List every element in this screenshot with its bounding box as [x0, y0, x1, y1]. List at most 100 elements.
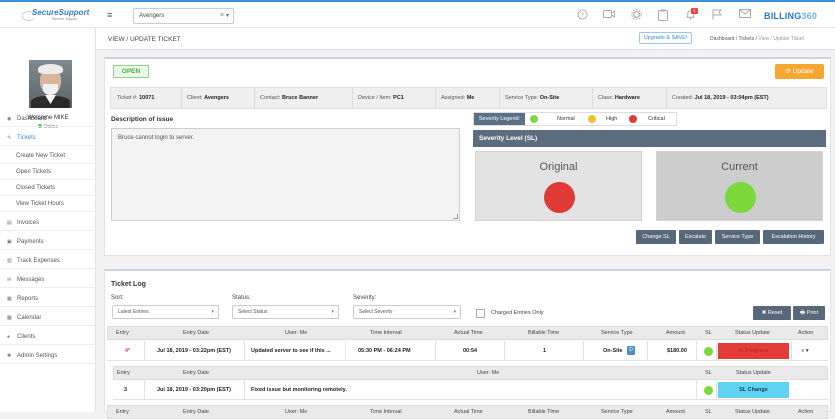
sidebar-item-messages[interactable]: ✉ Messages [0, 272, 96, 288]
sidebar-item-invoices[interactable]: ▤ Invoices [0, 215, 96, 231]
sidebar-subitem-create-new-ticket[interactable]: Create New Ticket [0, 148, 96, 164]
invoice-icon: ▤ [7, 220, 12, 226]
info-contact: Contact: Bruce Banner [260, 95, 319, 101]
row-note[interactable]: Updated server to see if this ... [251, 348, 331, 354]
col-billable-time: Billable Time [528, 409, 560, 415]
client-select-value: Avengers [139, 13, 165, 19]
page-header: VIEW / UPDATE TICKET Upgrade & SAVE! Das… [96, 28, 835, 50]
high-dot-icon [588, 115, 596, 123]
row-service-type: On-Site [603, 348, 623, 354]
charged-entries-label: Charged Entries Only [491, 310, 544, 316]
description-textarea[interactable]: Bruce cannot login to server. [111, 128, 460, 221]
row-entry: 4* [125, 348, 131, 354]
app-logo[interactable]: SecureSupport Remote Support [22, 8, 89, 24]
logo-text: SecureSupport [32, 8, 90, 17]
sidebar-item-payments[interactable]: ▣ Payments [0, 234, 96, 250]
severity-legend-label: Severity Legend: [474, 113, 525, 125]
log-subtable-header: Entry Entry Date User: Me SL Status Upda… [113, 366, 828, 380]
sidebar-item-track-expenses[interactable]: ▥ Track Expenses [0, 253, 96, 269]
col-status-update: Status Update [735, 330, 770, 336]
sidebar-item-calendar[interactable]: ▩ Calendar [0, 310, 96, 326]
sidebar-item-dashboard[interactable]: ◉ Dashboard [0, 111, 96, 127]
ticket-log-panel: Ticket Log Sort: Latest Entries ▾ Status:… [104, 269, 831, 419]
clipboard-icon[interactable] [657, 9, 669, 21]
info-class: Class: Hardware [598, 95, 640, 101]
clients-icon: ● [7, 334, 11, 340]
gear-icon[interactable] [630, 9, 642, 21]
sidebar-subitem-closed-tickets[interactable]: Closed Tickets [0, 180, 96, 196]
row-entry-date: Jul 18, 2019 - 03:22pm (EST) [157, 348, 231, 354]
sidebar-item-reports[interactable]: ▦ Reports [0, 291, 96, 307]
resize-handle-icon[interactable] [453, 214, 458, 219]
description-text: Bruce cannot login to server. [118, 135, 195, 141]
status-select[interactable]: Select Status ▾ [232, 305, 339, 319]
hamburger-menu-icon[interactable]: ≡ [107, 10, 112, 20]
chevron-down-icon: ▾ [331, 309, 334, 315]
flag-icon[interactable] [711, 9, 723, 21]
status-update-badge[interactable]: SL Change [718, 382, 789, 398]
reset-button[interactable]: ✖ Reset [753, 306, 791, 320]
status-update-badge[interactable]: In Progress [718, 343, 789, 359]
update-button[interactable]: ⟳ Update [775, 64, 824, 79]
settings-icon: ✱ [7, 353, 12, 359]
original-severity-circle [544, 182, 575, 213]
sidebar-subitem-view-ticket-hours[interactable]: View Ticket Hours [0, 196, 96, 212]
escalate-button[interactable]: Escalate [679, 230, 712, 244]
breadcrumb-current: View / Update Ticket [758, 36, 804, 42]
severity-filter-label: Severity: [353, 295, 377, 301]
row-actual-time: 00:54 [463, 348, 478, 354]
client-select[interactable]: Avengers × ▾ [133, 8, 234, 24]
change-sl-button[interactable]: Change SL [636, 230, 676, 244]
upgrade-button[interactable]: Upgrade & SAVE! [639, 32, 692, 44]
breadcrumb-dashboard[interactable]: Dashboard [710, 36, 734, 42]
description-label: Description of issue [111, 116, 174, 123]
legend-critical: Critical [648, 116, 665, 122]
svg-text:?: ? [580, 11, 583, 19]
status-badge: OPEN [113, 65, 149, 78]
ticket-icon: ✎ [7, 135, 12, 141]
mail-icon[interactable] [739, 9, 751, 21]
info-device: Device / Item: PC1 [358, 95, 404, 101]
col-sl: SL [705, 330, 712, 336]
billing360-brand[interactable]: BILLING360 [764, 11, 817, 21]
ticket-info-bar: Ticket #: 10071 Client: Avengers Contact… [110, 87, 827, 109]
chevron-down-icon[interactable]: ▾ [226, 12, 229, 19]
escalation-history-button[interactable]: Escalation History [763, 230, 824, 244]
print-button[interactable]: 🖶 Print [793, 306, 825, 320]
expense-icon: ▥ [7, 258, 12, 264]
brand-suffix: 360 [801, 11, 818, 21]
row-action-menu-icon[interactable]: ≡ ▾ [801, 348, 809, 354]
video-icon[interactable] [603, 9, 615, 21]
status-placeholder: Select Status [238, 309, 268, 315]
calendar-icon: ▩ [7, 315, 12, 321]
sort-label: Sort: [111, 295, 124, 301]
breadcrumb: Dashboard / Tickets / View / Update Tick… [710, 36, 804, 42]
sort-select[interactable]: Latest Entries ▾ [112, 305, 219, 319]
row-entry-date: Jul 18, 2019 - 03:20pm (EST) [157, 387, 231, 393]
col-status-update: Status Update [735, 409, 770, 415]
subcol-entry-date: Entry Date [183, 370, 209, 376]
info-assigned: Assigned: Me [441, 95, 475, 101]
table-row[interactable]: 3 Jul 18, 2019 - 03:20pm (EST) Fixed iss… [113, 380, 828, 400]
avatar[interactable] [29, 60, 72, 108]
critical-dot-icon [629, 115, 637, 123]
sidebar-item-clients[interactable]: ● Clients [0, 329, 96, 345]
current-severity-circle [725, 182, 756, 213]
sidebar-item-tickets[interactable]: ✎ Tickets [0, 130, 96, 146]
col-user: User: Me [285, 330, 308, 336]
sidebar-item-admin-settings[interactable]: ✱ Admin Settings [0, 348, 96, 364]
info-ticket-number: Ticket #: 10071 [117, 95, 155, 101]
sidebar: Welcome MIKE Online ◉ Dashboard ✎ Tickets … [0, 28, 96, 412]
subcol-entry: Entry [117, 370, 130, 376]
service-type-button[interactable]: Service Type [715, 230, 760, 244]
breadcrumb-tickets[interactable]: Tickets [739, 36, 755, 42]
payment-icon: ▣ [7, 239, 12, 245]
table-row[interactable]: 4* Jul 18, 2019 - 03:22pm (EST) Updated … [107, 341, 828, 361]
charged-entries-checkbox[interactable] [476, 309, 485, 318]
sidebar-subitem-open-tickets[interactable]: Open Tickets [0, 164, 96, 180]
clear-icon[interactable]: × [220, 12, 224, 19]
severity-select[interactable]: Select Severity ▾ [353, 305, 461, 319]
ticket-log-title: Ticket Log [111, 281, 146, 288]
top-bar: SecureSupport Remote Support ≡ Avengers … [0, 2, 835, 28]
help-icon[interactable]: ? [576, 9, 588, 21]
